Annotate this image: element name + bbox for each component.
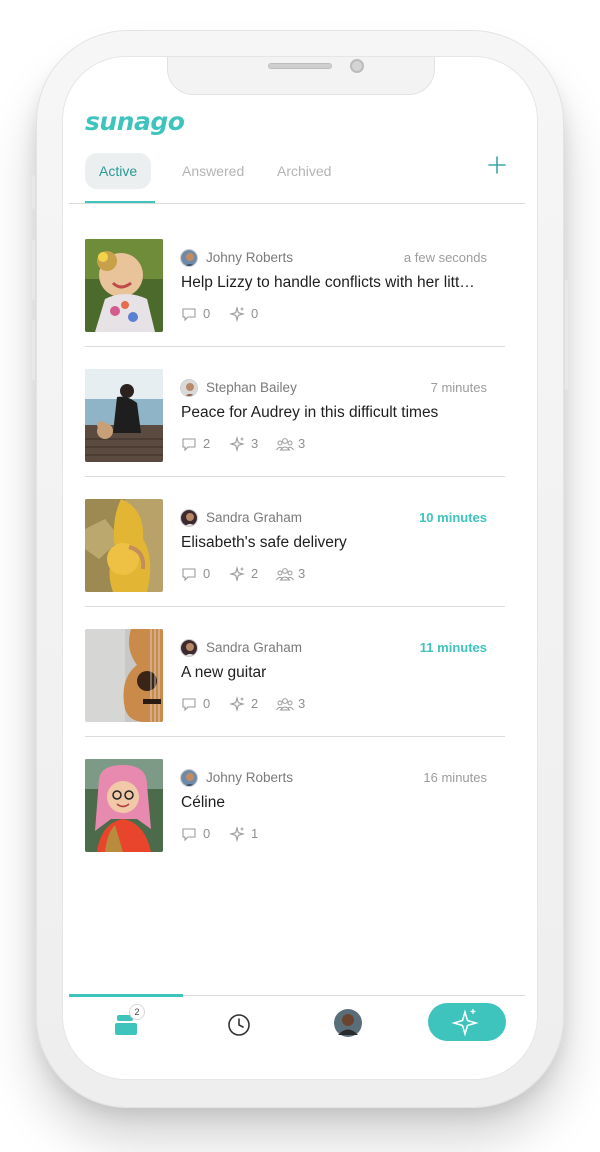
request-card[interactable]: Johny Roberts a few seconds Help Lizzy t… (85, 217, 505, 347)
author-name: Stephan Bailey (206, 380, 297, 395)
request-thumbnail (85, 239, 163, 332)
request-card[interactable]: Sandra Graham 11 minutes A new guitar 0 … (85, 607, 505, 737)
clock-icon (228, 1014, 250, 1036)
avatar (180, 249, 198, 267)
participant-count: 3 (298, 566, 306, 581)
phone-notch (167, 57, 435, 95)
request-title: Help Lizzy to handle conflicts with her … (181, 274, 475, 291)
active-nav-indicator (69, 994, 183, 997)
phone-side-button (32, 240, 35, 300)
phone-side-button (32, 320, 35, 380)
comment-icon (182, 828, 196, 842)
author-name: Sandra Graham (206, 640, 303, 655)
sparkle-icon (229, 436, 245, 452)
comment-icon (182, 438, 196, 452)
comment-count: 0 (203, 306, 211, 321)
tab-bar: Active Answered Archived (85, 153, 521, 193)
phone-side-button (32, 175, 35, 209)
avatar (180, 379, 198, 397)
prayer-count: 2 (251, 566, 259, 581)
request-title: Céline (181, 794, 225, 811)
timestamp: 11 minutes (419, 640, 487, 655)
sparkle-icon (229, 826, 245, 842)
sparkle-icon (451, 1009, 479, 1037)
request-title: Peace for Audrey in this difficult times (181, 404, 439, 421)
inbox-badge: 2 (129, 1004, 145, 1020)
request-thumbnail (85, 369, 163, 462)
tab-active[interactable]: Active (85, 153, 152, 189)
avatar (180, 639, 198, 657)
timestamp: a few seconds (403, 250, 487, 265)
prayer-count: 1 (251, 826, 259, 841)
participant-count: 3 (298, 696, 306, 711)
request-thumbnail (85, 499, 163, 592)
sparkle-icon (229, 306, 245, 322)
participant-count: 3 (298, 436, 306, 451)
speaker-grille (268, 63, 332, 69)
request-thumbnail (85, 629, 163, 722)
phone-side-button (565, 280, 568, 390)
request-card[interactable]: Stephan Bailey 7 minutes Peace for Audre… (85, 347, 505, 477)
author-name: Sandra Graham (206, 510, 303, 525)
comment-icon (182, 568, 196, 582)
group-icon (276, 698, 294, 711)
avatar (180, 509, 198, 527)
add-request-button[interactable] (483, 151, 511, 179)
comment-icon (182, 698, 196, 712)
avatar (180, 769, 198, 787)
timestamp: 16 minutes (423, 770, 487, 785)
comment-icon (182, 308, 196, 322)
timestamp: 7 minutes (430, 380, 487, 395)
request-title: Elisabeth's safe delivery (181, 534, 347, 551)
request-title: A new guitar (181, 664, 267, 681)
new-prayer-button[interactable] (428, 1003, 506, 1041)
prayer-count: 0 (251, 306, 259, 321)
tab-answered[interactable]: Answered (168, 153, 258, 189)
profile-avatar (334, 1009, 362, 1037)
sparkle-icon (229, 566, 245, 582)
header-divider (69, 203, 525, 204)
timestamp: 10 minutes (419, 510, 487, 525)
request-card[interactable]: Sandra Graham 10 minutes Elisabeth's saf… (85, 477, 505, 607)
request-card[interactable]: Johny Roberts 16 minutes Céline 0 1 (85, 737, 505, 867)
plus-icon (488, 156, 506, 174)
prayer-count: 2 (251, 696, 259, 711)
sparkle-icon (229, 696, 245, 712)
comment-count: 2 (203, 436, 211, 451)
app-screen: sunago Active Answered Archived Johny Ro… (62, 56, 538, 1080)
group-icon (276, 568, 294, 581)
request-thumbnail (85, 759, 163, 852)
group-icon (276, 438, 294, 451)
prayer-count: 3 (251, 436, 259, 451)
app-logo: sunago (85, 107, 185, 136)
author-name: Johny Roberts (206, 770, 294, 785)
comment-count: 0 (203, 826, 211, 841)
comment-count: 0 (203, 566, 211, 581)
tab-archived[interactable]: Archived (263, 153, 345, 189)
author-name: Johny Roberts (206, 250, 294, 265)
nav-history-button[interactable] (221, 1005, 261, 1045)
front-camera (350, 59, 364, 73)
comment-count: 0 (203, 696, 211, 711)
nav-profile-button[interactable] (333, 1005, 363, 1045)
